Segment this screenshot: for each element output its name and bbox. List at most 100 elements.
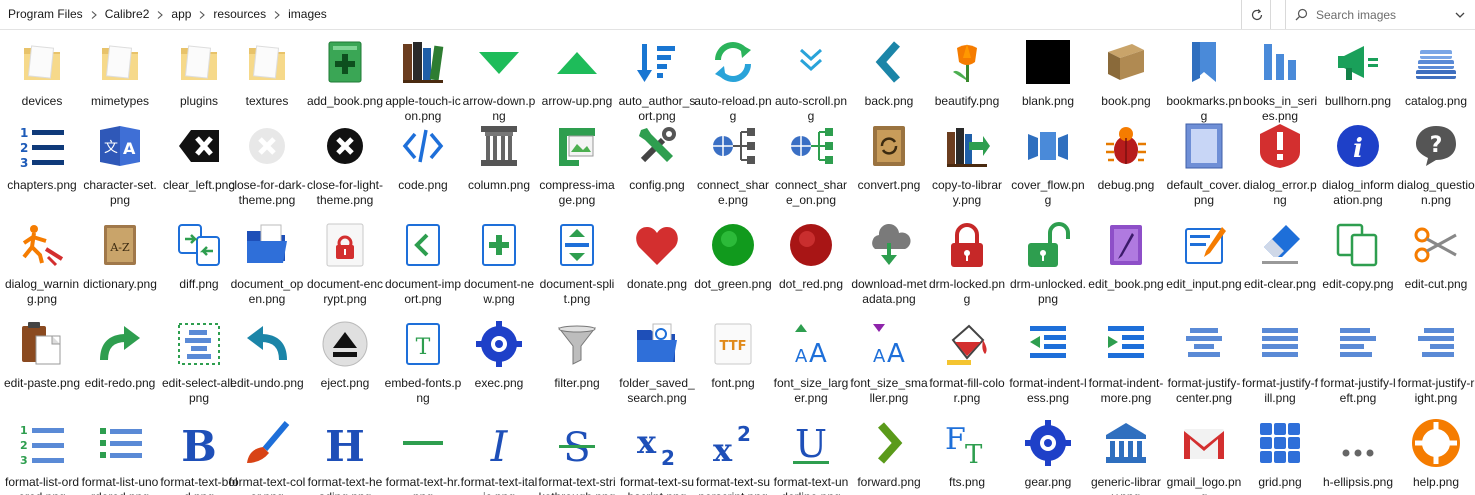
file-item[interactable]: convert.png xyxy=(850,122,928,193)
file-item[interactable]: connect_share_on.png xyxy=(772,122,850,208)
file-item[interactable]: edit-copy.png xyxy=(1319,221,1397,292)
file-item[interactable]: format-justify-center.png xyxy=(1165,320,1243,406)
file-item[interactable]: edit-redo.png xyxy=(81,320,159,391)
file-item[interactable]: Bformat-text-bold.png xyxy=(160,419,238,495)
file-item[interactable]: dialog_warning.png xyxy=(3,221,81,307)
file-item[interactable]: default_cover.png xyxy=(1165,122,1243,208)
file-item[interactable]: Sformat-text-strikethrough.png xyxy=(538,419,616,495)
file-item[interactable]: textures xyxy=(228,38,306,109)
file-item[interactable]: A Afont_size_smaller.png xyxy=(850,320,928,406)
file-item[interactable]: document-new.png xyxy=(460,221,538,307)
breadcrumb-item[interactable]: images xyxy=(282,0,333,29)
file-item[interactable]: eject.png xyxy=(306,320,384,391)
file-item[interactable]: TTF font.png xyxy=(694,320,772,391)
file-item[interactable]: x2 format-text-superscript.png xyxy=(694,419,772,495)
chevron-right-icon[interactable] xyxy=(272,0,282,29)
file-item[interactable]: document-import.png xyxy=(384,221,462,307)
file-item[interactable]: devices xyxy=(3,38,81,109)
file-item[interactable]: edit-paste.png xyxy=(3,320,81,391)
file-item[interactable]: auto_author_sort.png xyxy=(618,38,696,124)
file-item[interactable]: config.png xyxy=(618,122,696,193)
file-item[interactable]: exec.png xyxy=(460,320,538,391)
file-item[interactable]: format-justify-right.png xyxy=(1397,320,1475,406)
file-item[interactable]: edit-clear.png xyxy=(1241,221,1319,292)
file-item[interactable]: add_book.png xyxy=(306,38,384,109)
file-item[interactable]: format-list-unordered.png xyxy=(81,419,159,495)
file-item[interactable]: copy-to-library.png xyxy=(928,122,1006,208)
search-box[interactable] xyxy=(1285,0,1475,29)
file-item[interactable]: forward.png xyxy=(850,419,928,490)
file-item[interactable]: grid.png xyxy=(1241,419,1319,490)
file-item[interactable]: h-ellipsis.png xyxy=(1319,419,1397,490)
file-item[interactable]: gmail_logo.png xyxy=(1165,419,1243,495)
file-item[interactable]: plugins xyxy=(160,38,238,109)
chevron-right-icon[interactable] xyxy=(197,0,207,29)
file-item[interactable]: dot_red.png xyxy=(772,221,850,292)
file-item[interactable]: arrow-down.png xyxy=(460,38,538,124)
file-item[interactable]: dot_green.png xyxy=(694,221,772,292)
file-item[interactable]: help.png xyxy=(1397,419,1475,490)
file-item[interactable]: Hformat-text-heading.png xyxy=(306,419,384,495)
file-item[interactable]: edit-undo.png xyxy=(228,320,306,391)
file-item[interactable]: F Tfts.png xyxy=(928,419,1006,490)
file-item[interactable]: catalog.png xyxy=(1397,38,1475,109)
file-item[interactable]: document-encrypt.png xyxy=(306,221,384,307)
breadcrumb-item[interactable]: Program Files xyxy=(0,0,89,29)
file-item[interactable]: column.png xyxy=(460,122,538,193)
file-item[interactable]: format-indent-more.png xyxy=(1087,320,1165,406)
file-item[interactable]: diff.png xyxy=(160,221,238,292)
file-item[interactable]: 1 2 3 chapters.png xyxy=(3,122,81,193)
file-item[interactable]: dialog_error.png xyxy=(1241,122,1319,208)
file-item[interactable]: blank.png xyxy=(1009,38,1087,109)
file-item[interactable]: auto-reload.png xyxy=(694,38,772,124)
breadcrumb-item[interactable]: Calibre2 xyxy=(99,0,156,29)
file-item[interactable]: x2 format-text-subscript.png xyxy=(618,419,696,495)
file-item[interactable]: close-for-light-theme.png xyxy=(306,122,384,208)
file-item[interactable]: edit_book.png xyxy=(1087,221,1165,292)
file-item[interactable]: document_open.png xyxy=(228,221,306,307)
chevron-right-icon[interactable] xyxy=(155,0,165,29)
file-item[interactable]: books_in_series.png xyxy=(1241,38,1319,124)
file-item[interactable]: code.png xyxy=(384,122,462,193)
file-item[interactable]: i dialog_information.png xyxy=(1319,122,1397,208)
search-input[interactable] xyxy=(1316,7,1466,22)
file-item[interactable]: format-fill-color.png xyxy=(928,320,1006,406)
chevron-right-icon[interactable] xyxy=(89,0,99,29)
file-item[interactable]: gear.png xyxy=(1009,419,1087,490)
file-item[interactable]: bookmarks.png xyxy=(1165,38,1243,124)
file-item[interactable]: arrow-up.png xyxy=(538,38,616,109)
file-item[interactable]: document-split.png xyxy=(538,221,616,307)
file-item[interactable]: apple-touch-icon.png xyxy=(384,38,462,124)
file-item[interactable]: auto-scroll.png xyxy=(772,38,850,124)
file-item[interactable]: connect_share.png xyxy=(694,122,772,208)
file-item[interactable]: format-text-hr.png xyxy=(384,419,462,495)
file-item[interactable]: edit-cut.png xyxy=(1397,221,1475,292)
file-item[interactable]: cover_flow.png xyxy=(1009,122,1087,208)
file-item[interactable]: 文 Acharacter-set.png xyxy=(81,122,159,208)
file-item[interactable]: Uformat-text-underline.png xyxy=(772,419,850,495)
file-item[interactable]: generic-library.png xyxy=(1087,419,1165,495)
file-item[interactable]: A Afont_size_larger.png xyxy=(772,320,850,406)
file-item[interactable]: mimetypes xyxy=(81,38,159,109)
file-item[interactable]: debug.png xyxy=(1087,122,1165,193)
file-item[interactable]: compress-image.png xyxy=(538,122,616,208)
file-item[interactable]: close-for-dark-theme.png xyxy=(228,122,306,208)
file-item[interactable]: donate.png xyxy=(618,221,696,292)
breadcrumb[interactable]: Program Files Calibre2 app resources images xyxy=(0,0,1242,29)
file-item[interactable]: drm-locked.png xyxy=(928,221,1006,307)
file-item[interactable]: format-text-color.png xyxy=(228,419,306,495)
file-item[interactable]: book.png xyxy=(1087,38,1165,109)
file-item[interactable]: clear_left.png xyxy=(160,122,238,193)
file-item[interactable]: edit-select-all.png xyxy=(160,320,238,406)
file-item[interactable]: 1 2 3 format-list-ordered.png xyxy=(3,419,81,495)
file-item[interactable]: format-indent-less.png xyxy=(1009,320,1087,406)
file-item[interactable]: drm-unlocked.png xyxy=(1009,221,1087,307)
file-item[interactable]: Tembed-fonts.png xyxy=(384,320,462,406)
file-item[interactable]: beautify.png xyxy=(928,38,1006,109)
file-item[interactable]: folder_saved_search.png xyxy=(618,320,696,406)
file-item[interactable]: format-justify-left.png xyxy=(1319,320,1397,406)
breadcrumb-item[interactable]: resources xyxy=(207,0,272,29)
file-item[interactable]: ? dialog_question.png xyxy=(1397,122,1475,208)
breadcrumb-item[interactable]: app xyxy=(165,0,197,29)
refresh-button[interactable] xyxy=(1243,0,1271,29)
